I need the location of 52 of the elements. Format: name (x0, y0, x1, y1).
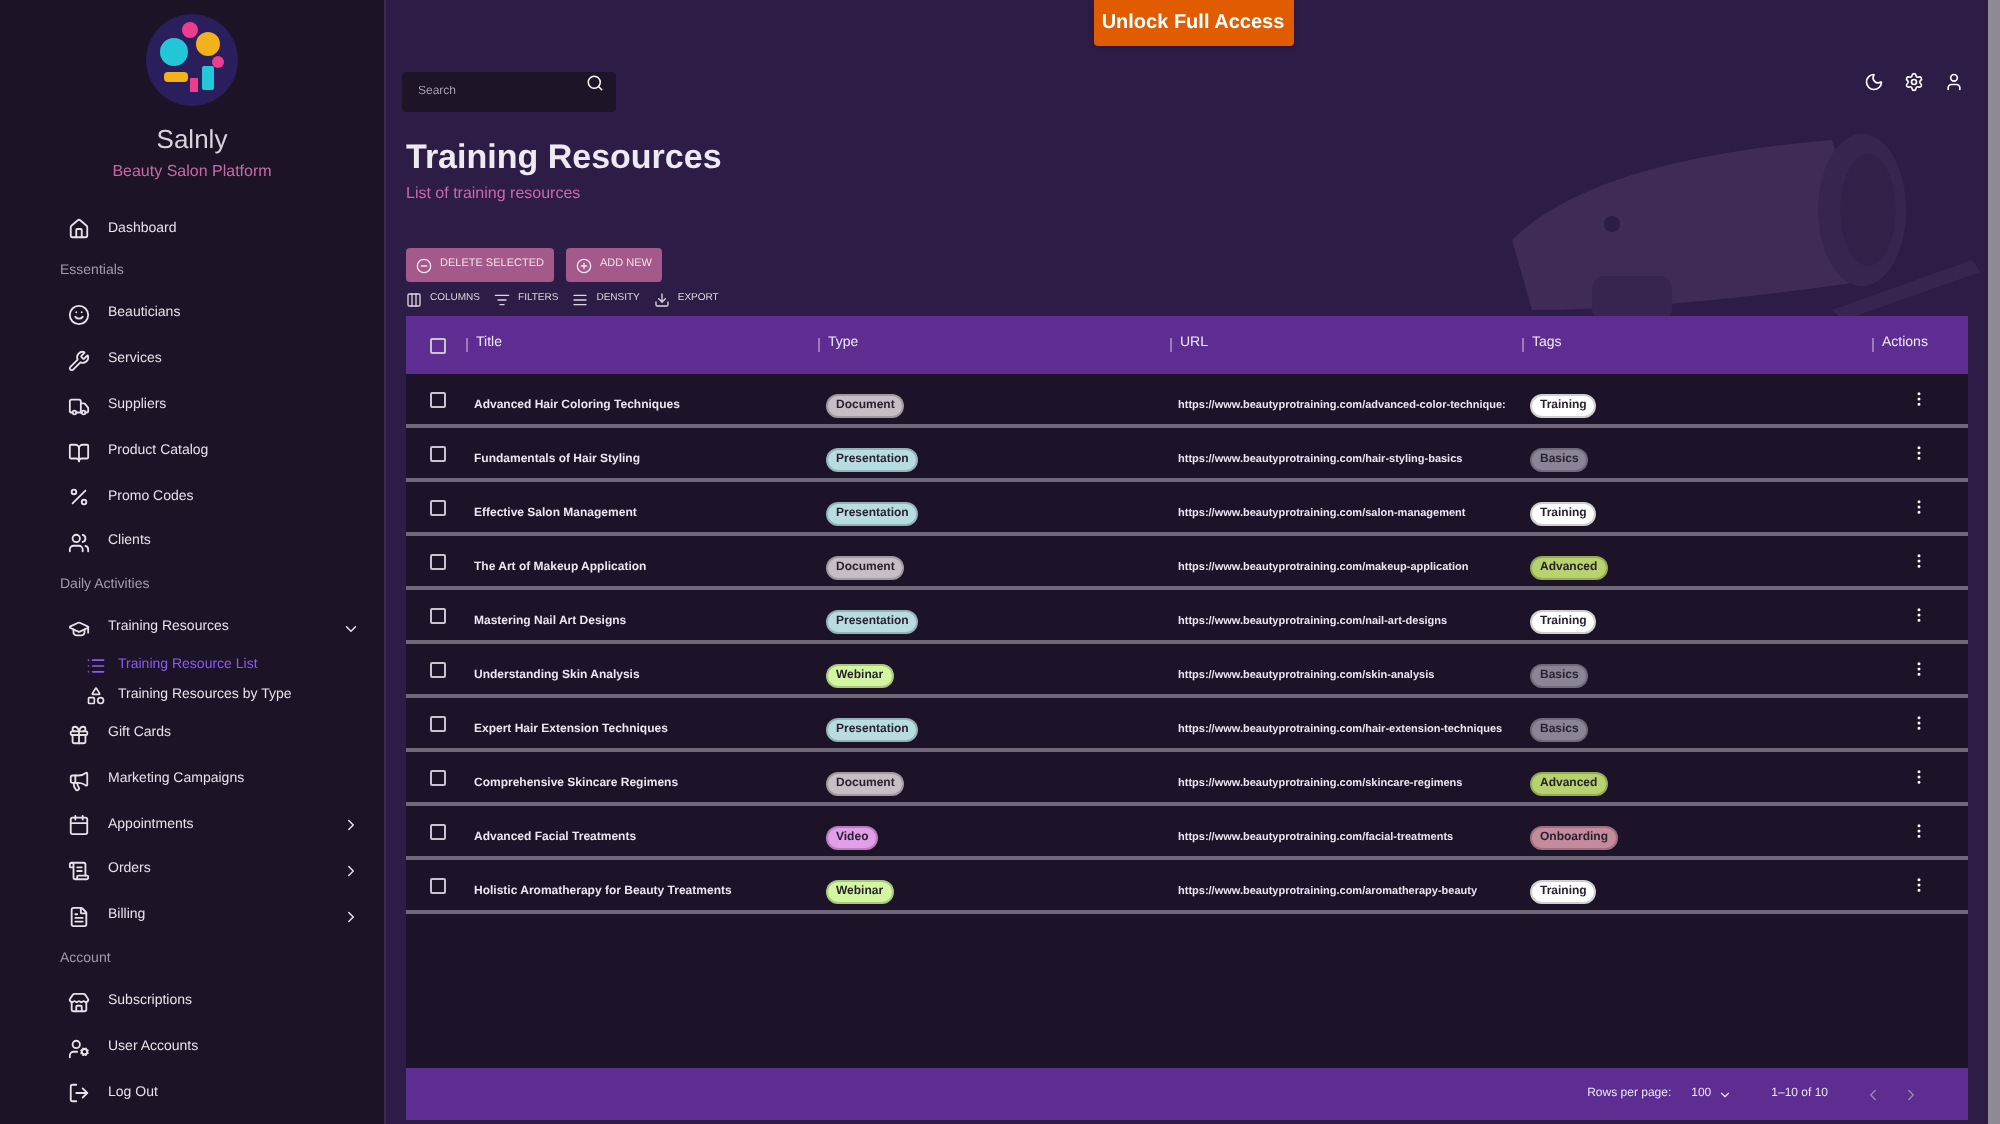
people-icon (68, 532, 90, 555)
checkbox[interactable] (430, 553, 446, 569)
graduation-cap-icon (68, 617, 90, 640)
document-icon (68, 860, 90, 883)
list-icon (86, 656, 106, 677)
calendar-icon (68, 814, 90, 837)
checkbox[interactable] (430, 391, 446, 407)
filter-icon (494, 292, 511, 308)
megaphone-icon (68, 769, 90, 792)
gift-icon (68, 723, 90, 746)
brand-tagline: Beauty Salon Platform (112, 159, 272, 183)
unlock-button[interactable]: Unlock Full Access (1093, 0, 1293, 46)
scrollbar[interactable] (1988, 0, 2000, 1124)
minus-circle-icon (416, 257, 432, 273)
previous-page-icon[interactable] (1864, 1085, 1882, 1103)
checkbox[interactable] (430, 661, 446, 677)
home-icon (68, 218, 90, 241)
checkbox[interactable] (430, 769, 446, 785)
chevron-right-icon[interactable] (342, 816, 360, 835)
plus-circle-icon (575, 257, 592, 273)
next-page-icon[interactable] (1902, 1085, 1920, 1103)
truck-icon (68, 395, 90, 418)
book-icon (68, 441, 90, 464)
page-subtitle: List of training resources (406, 182, 583, 206)
moon-icon[interactable] (1864, 72, 1884, 92)
settings-icon[interactable] (1904, 72, 1924, 92)
logo-icon (146, 14, 238, 106)
columns-icon (406, 292, 422, 308)
percent-icon (68, 486, 90, 509)
checkbox[interactable] (430, 823, 446, 839)
wrench-icon (68, 349, 90, 372)
checkbox[interactable] (430, 607, 446, 623)
checkbox[interactable] (430, 877, 446, 893)
checkbox[interactable] (430, 499, 446, 515)
shapes-icon (86, 686, 106, 707)
checkbox[interactable] (430, 715, 446, 731)
checkbox[interactable] (430, 445, 446, 461)
logout-icon (68, 1082, 90, 1105)
caret-icon (1717, 1087, 1732, 1101)
page-title: Training Resources (406, 138, 724, 178)
chevron-right-icon[interactable] (342, 862, 360, 881)
user-icon[interactable] (1944, 72, 1964, 92)
brand-name: Salnly (156, 122, 228, 158)
density-icon (572, 292, 589, 308)
chevron-right-icon[interactable] (342, 907, 360, 926)
store-icon (68, 991, 90, 1014)
face-icon (68, 304, 90, 327)
checkbox[interactable] (430, 337, 446, 353)
invoice-icon (68, 905, 90, 928)
user-gear-icon (68, 1037, 90, 1060)
search-icon (586, 73, 604, 91)
download-icon (653, 292, 670, 308)
